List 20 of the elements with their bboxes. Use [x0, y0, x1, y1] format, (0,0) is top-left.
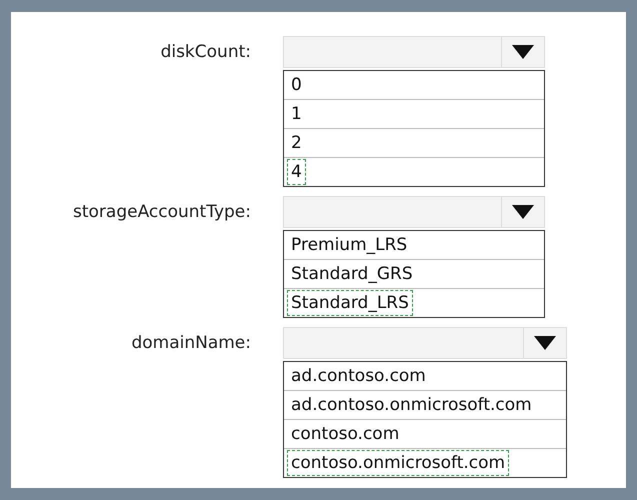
dropdown[interactable]: [283, 327, 567, 359]
option[interactable]: Standard_GRS: [287, 261, 417, 287]
option[interactable]: ad.contoso.onmicrosoft.com: [287, 392, 536, 418]
field-label: storageAccountType:: [73, 201, 251, 224]
option[interactable]: contoso.com: [287, 421, 404, 447]
option[interactable]: 2: [287, 130, 306, 156]
dropdown[interactable]: [283, 36, 545, 68]
option[interactable]: 4: [287, 159, 306, 185]
field-label: diskCount:: [160, 41, 251, 64]
option[interactable]: Premium_LRS: [287, 232, 412, 258]
option[interactable]: Standard_LRS: [287, 290, 413, 316]
field-label: domainName:: [131, 332, 251, 355]
dropdown[interactable]: [283, 196, 545, 228]
dropdown-arrow-icon: [534, 336, 556, 350]
dropdown-arrow-icon: [512, 205, 534, 219]
option[interactable]: ad.contoso.com: [287, 363, 430, 389]
option[interactable]: contoso.onmicrosoft.com: [287, 450, 510, 476]
option[interactable]: 1: [287, 101, 306, 127]
dropdown-arrow-icon: [512, 45, 534, 59]
option[interactable]: 0: [287, 72, 306, 98]
